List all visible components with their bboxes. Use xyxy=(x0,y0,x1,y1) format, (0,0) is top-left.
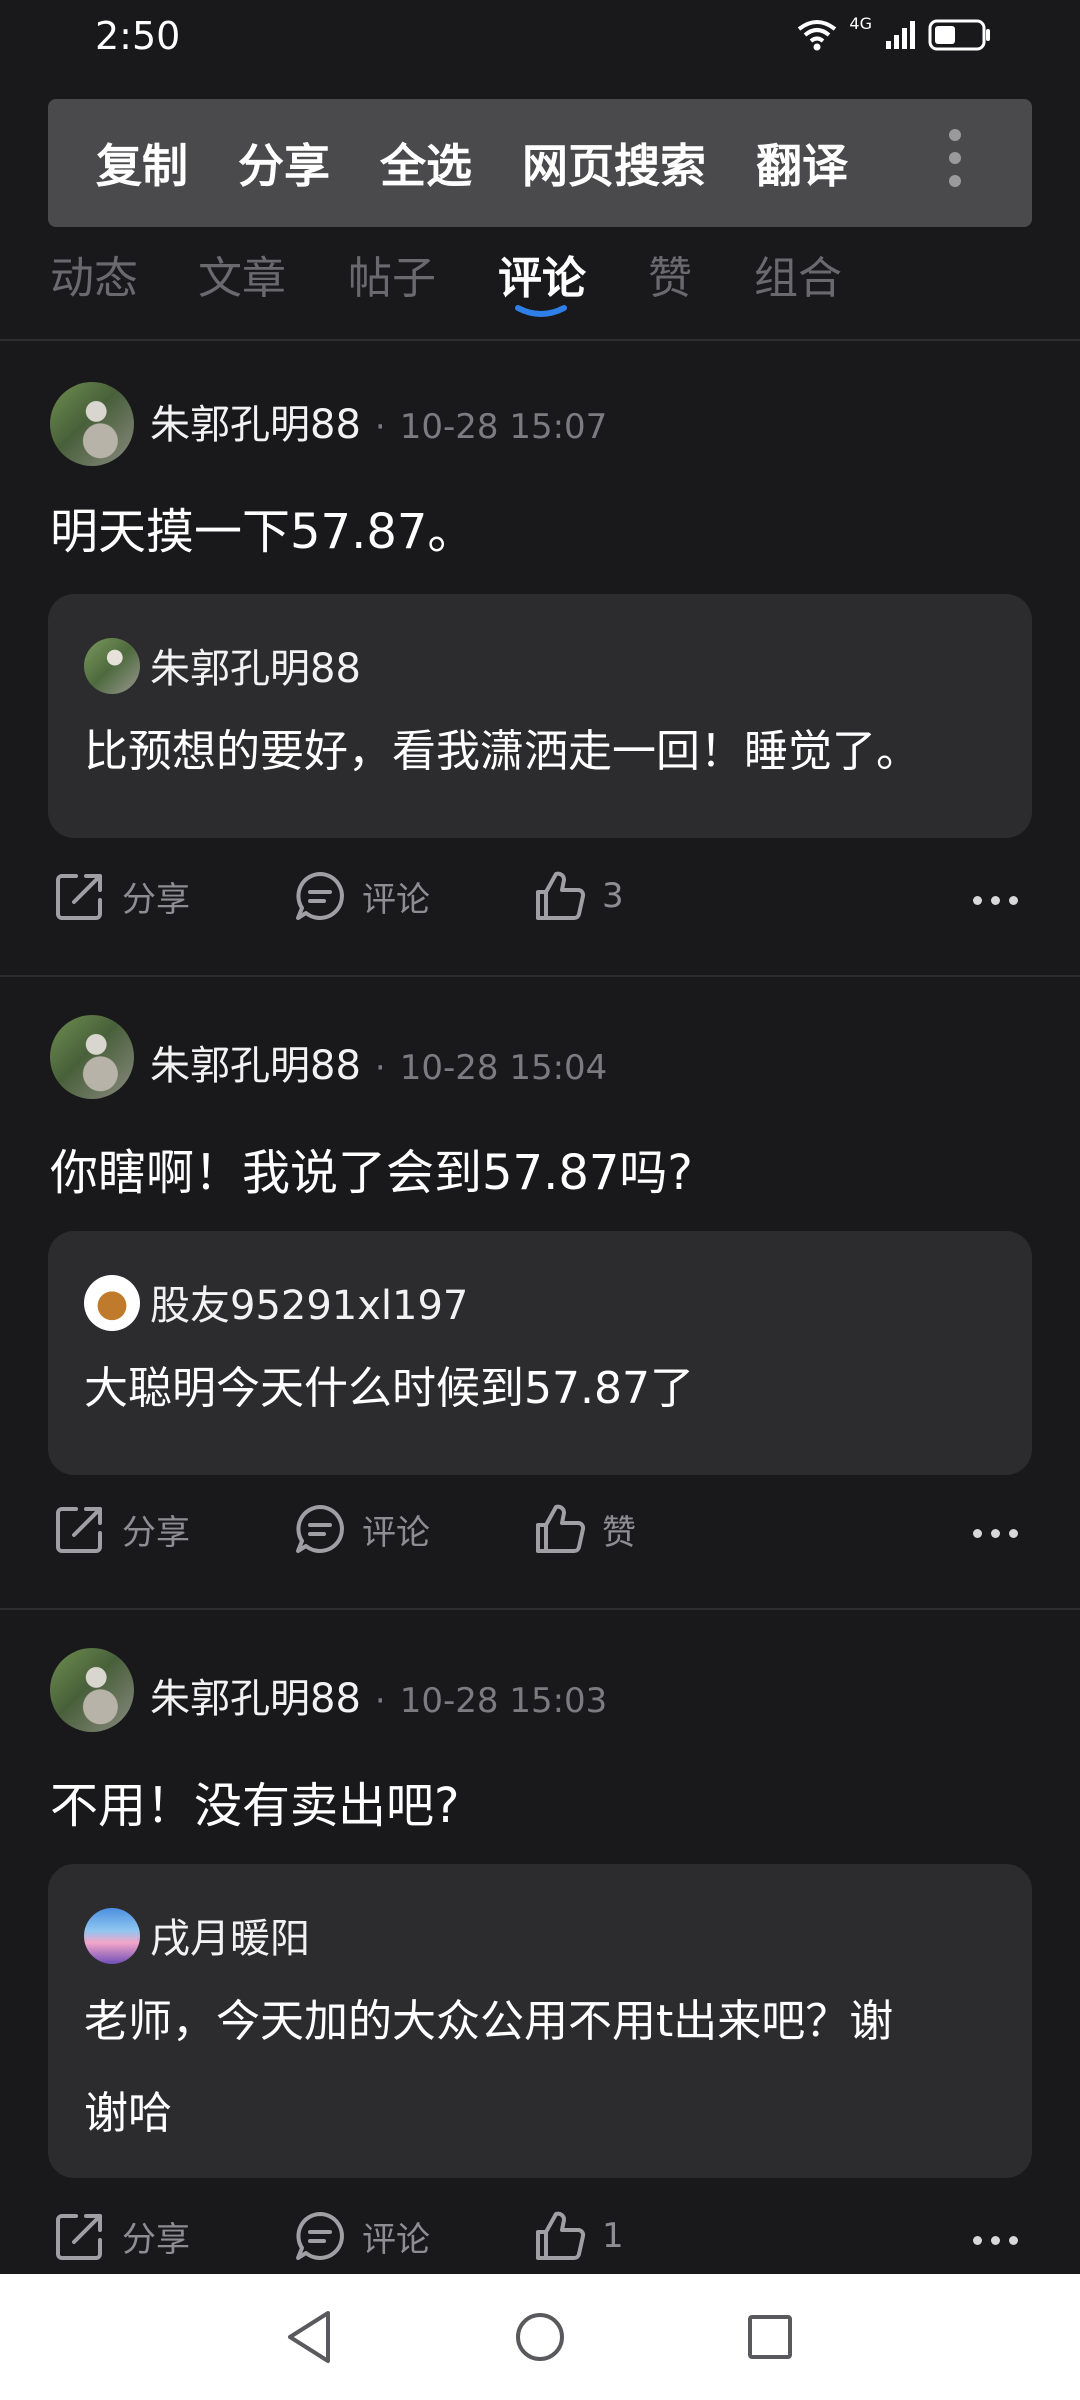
more-icon[interactable] xyxy=(973,1529,1018,1538)
post-time: 10-28 15:03 xyxy=(399,1681,608,1721)
back-icon[interactable] xyxy=(282,2307,338,2367)
author-name[interactable]: 朱郭孔明88 xyxy=(150,392,361,450)
status-time: 2:50 xyxy=(95,14,181,58)
comment-text[interactable]: 你瞎啊！我说了会到57.87吗? xyxy=(50,1133,1030,1203)
avatar[interactable] xyxy=(50,1015,134,1099)
profile-tabs: 动态 文章 帖子 评论 赞 组合 xyxy=(0,236,1080,340)
quoted-comment[interactable]: 戌月暖阳 老师，今天加的大众公用不用t出来吧？谢 谢哈 xyxy=(48,1864,1032,2178)
like-count: 3 xyxy=(602,876,624,916)
action-bar: 分享 评论 赞 xyxy=(0,1501,1080,1581)
avatar[interactable] xyxy=(50,1648,134,1732)
comment-button[interactable]: 评论 xyxy=(292,868,430,924)
author-name[interactable]: 朱郭孔明88 xyxy=(150,1666,361,1724)
quoted-avatar xyxy=(84,638,140,694)
share-label: 分享 xyxy=(122,2219,190,2260)
like-label: 赞 xyxy=(602,1512,636,1553)
post-separator: · xyxy=(374,1681,386,1721)
quoted-text: 老师，今天加的大众公用不用t出来吧？谢 谢哈 xyxy=(84,1976,1004,2160)
wifi-icon xyxy=(798,20,837,51)
comment-label: 评论 xyxy=(362,879,430,920)
copy-menu-item[interactable]: 复制 xyxy=(96,130,188,196)
quoted-author: 股友95291xl197 xyxy=(150,1283,469,1329)
post-divider xyxy=(0,1608,1080,1610)
share-menu-item[interactable]: 分享 xyxy=(238,130,330,196)
comment-text[interactable]: 不用！没有卖出吧? xyxy=(50,1766,1030,1836)
comment-icon xyxy=(296,1505,344,1553)
comment-button[interactable]: 评论 xyxy=(292,1501,430,1557)
author-line: 朱郭孔明88 · 10-28 15:03 xyxy=(150,1666,607,1724)
post-separator: · xyxy=(374,1048,386,1088)
like-count: 1 xyxy=(602,2216,624,2256)
more-icon[interactable] xyxy=(973,2236,1018,2245)
thumbs-up-icon xyxy=(536,2211,586,2260)
comment-button[interactable]: 评论 xyxy=(292,2208,430,2264)
post-time: 10-28 15:04 xyxy=(399,1048,608,1088)
signal-icon xyxy=(886,21,915,49)
network-type-label: 4G xyxy=(849,13,872,33)
select-all-menu-item[interactable]: 全选 xyxy=(380,130,472,196)
share-icon xyxy=(56,2214,102,2260)
comment-label: 评论 xyxy=(362,2219,430,2260)
status-icons: 4G xyxy=(797,14,992,52)
share-button[interactable]: 分享 xyxy=(52,2208,190,2264)
author-name[interactable]: 朱郭孔明88 xyxy=(150,1033,361,1091)
comment-label: 评论 xyxy=(362,1512,430,1553)
quoted-text: 大聪明今天什么时候到57.87了 xyxy=(84,1363,694,1414)
like-button[interactable]: 3 xyxy=(532,868,624,924)
tab-posts[interactable]: 帖子 xyxy=(348,242,436,306)
home-icon[interactable] xyxy=(512,2307,568,2367)
author-line: 朱郭孔明88 · 10-28 15:07 xyxy=(150,392,607,450)
quoted-text-line: 老师，今天加的大众公用不用t出来吧？谢 xyxy=(84,1996,894,2047)
share-button[interactable]: 分享 xyxy=(52,868,190,924)
quoted-avatar xyxy=(84,1275,140,1331)
author-line: 朱郭孔明88 · 10-28 15:04 xyxy=(150,1033,607,1091)
avatar[interactable] xyxy=(50,382,134,466)
tab-articles[interactable]: 文章 xyxy=(198,242,286,306)
quoted-avatar xyxy=(84,1908,140,1964)
quoted-author: 朱郭孔明88 xyxy=(150,646,361,692)
comment-icon xyxy=(296,872,344,920)
share-label: 分享 xyxy=(122,879,190,920)
thumbs-up-icon xyxy=(536,871,586,920)
tab-comments[interactable]: 评论 xyxy=(498,242,586,306)
battery-icon xyxy=(928,19,990,51)
post-separator: · xyxy=(374,407,386,447)
system-navigation-bar xyxy=(0,2274,1080,2400)
comment-text[interactable]: 明天摸一下57.87。 xyxy=(50,492,1030,562)
status-bar: 2:50 4G xyxy=(0,0,1080,80)
quoted-text-line: 谢哈 xyxy=(84,2088,172,2139)
quoted-comment[interactable]: 朱郭孔明88 比预想的要好，看我潇洒走一回！睡觉了。 xyxy=(48,594,1032,838)
like-button[interactable]: 1 xyxy=(532,2208,624,2264)
tabs-divider xyxy=(0,339,1080,341)
tab-dynamics[interactable]: 动态 xyxy=(50,242,138,306)
share-icon xyxy=(56,874,102,920)
quoted-text: 比预想的要好，看我潇洒走一回！睡觉了。 xyxy=(84,726,920,777)
quoted-comment[interactable]: 股友95291xl197 大聪明今天什么时候到57.87了 xyxy=(48,1231,1032,1475)
action-bar: 分享 评论 3 xyxy=(0,868,1080,948)
post-divider xyxy=(0,975,1080,977)
recents-icon[interactable] xyxy=(742,2307,798,2367)
comment-icon xyxy=(296,2212,344,2260)
share-button[interactable]: 分享 xyxy=(52,1501,190,1557)
like-button[interactable]: 赞 xyxy=(532,1501,636,1557)
text-selection-menu: 复制 分享 全选 网页搜索 翻译 xyxy=(48,99,1032,227)
post-time: 10-28 15:07 xyxy=(399,407,608,447)
web-search-menu-item[interactable]: 网页搜索 xyxy=(522,130,706,196)
more-icon[interactable] xyxy=(973,896,1018,905)
share-label: 分享 xyxy=(122,1512,190,1553)
active-tab-indicator xyxy=(515,305,567,317)
quoted-author: 戌月暖阳 xyxy=(150,1916,310,1962)
share-icon xyxy=(56,1507,102,1553)
more-vertical-icon[interactable] xyxy=(948,129,962,195)
translate-menu-item[interactable]: 翻译 xyxy=(756,130,848,196)
tab-likes[interactable]: 赞 xyxy=(648,242,692,306)
thumbs-up-icon xyxy=(536,1504,586,1553)
tab-portfolio[interactable]: 组合 xyxy=(754,242,842,306)
